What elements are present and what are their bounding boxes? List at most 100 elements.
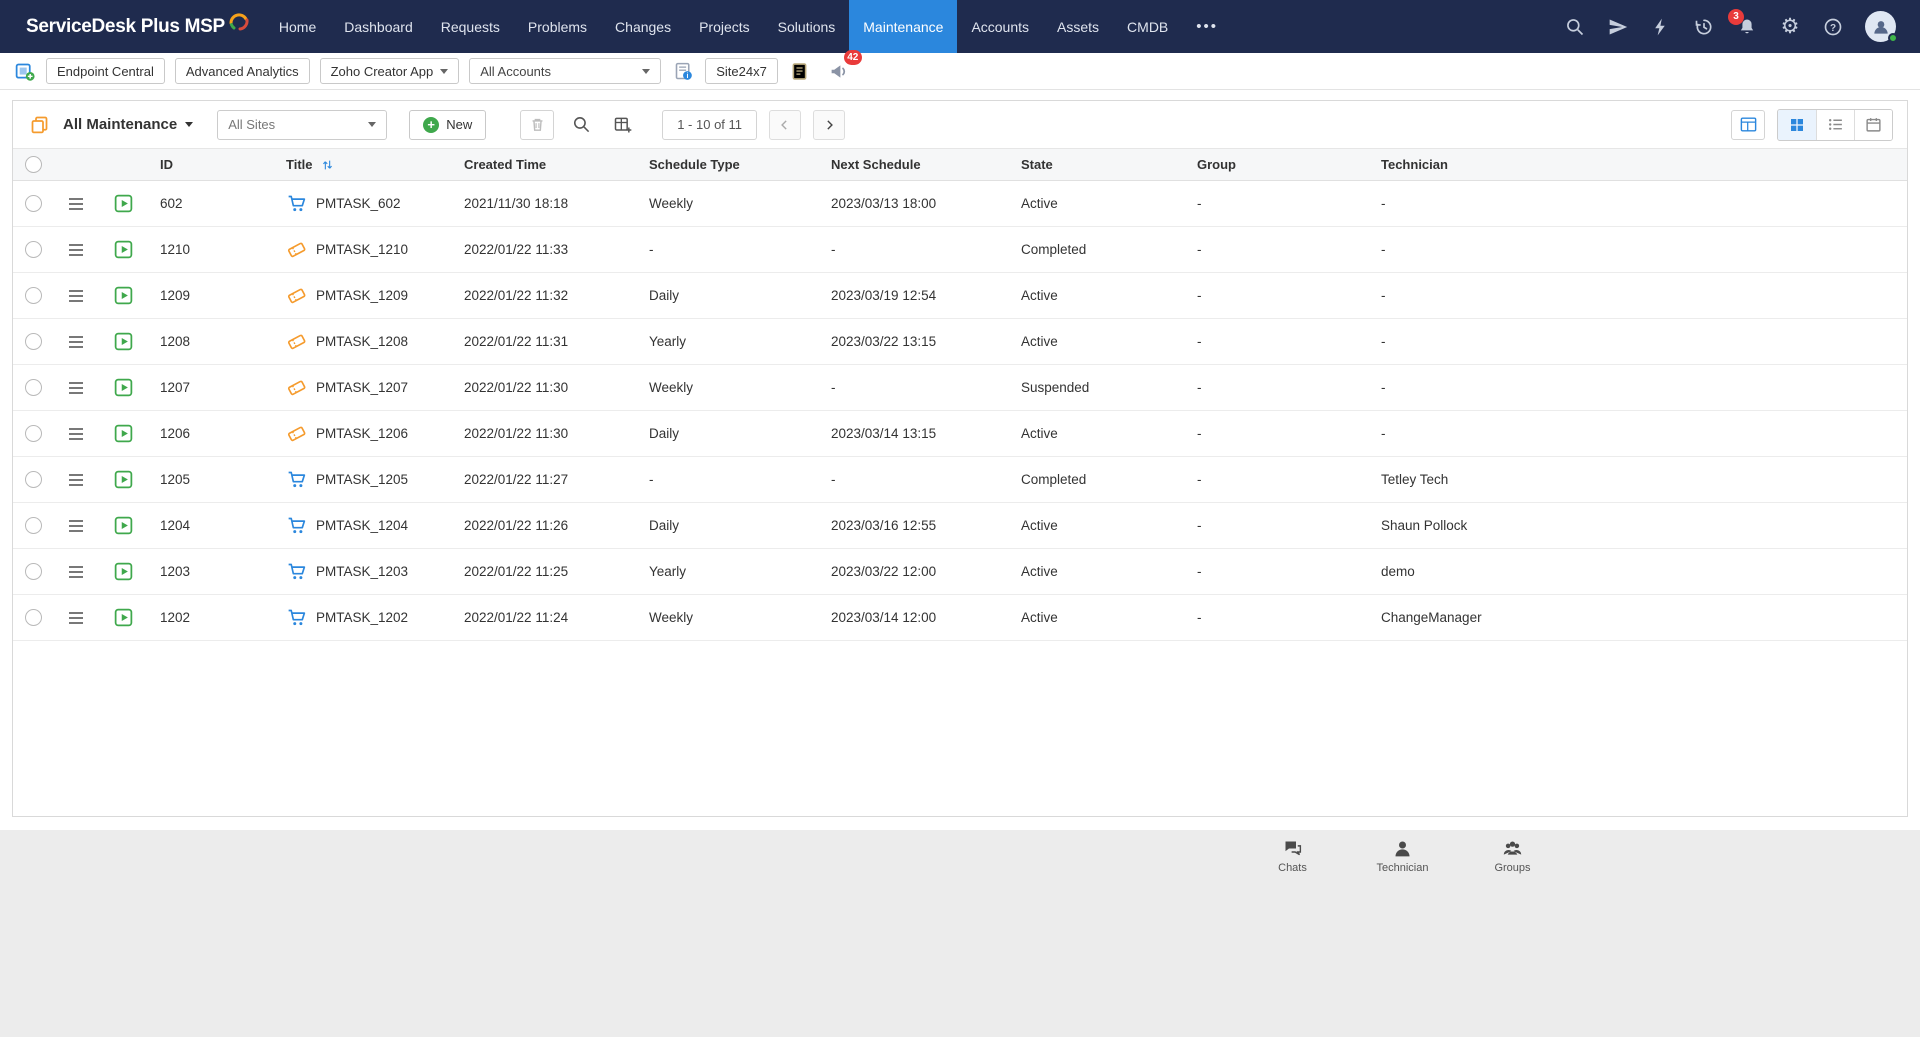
task-title-link[interactable]: PMTASK_1209 <box>316 288 408 303</box>
col-created-time[interactable]: Created Time <box>452 157 637 172</box>
lightning-icon[interactable] <box>1650 16 1672 38</box>
announcements-icon[interactable]: 42 <box>828 50 862 83</box>
row-menu-icon[interactable] <box>68 519 83 532</box>
table-row[interactable]: 1207 PMTASK_1207 2022/01/22 11:30 Weekly… <box>13 365 1907 411</box>
row-checkbox[interactable] <box>24 471 42 488</box>
row-menu-icon[interactable] <box>68 289 83 302</box>
notes-icon[interactable] <box>788 59 812 83</box>
history-icon[interactable] <box>1693 16 1715 38</box>
row-checkbox[interactable] <box>24 517 42 534</box>
row-checkbox[interactable] <box>24 425 42 442</box>
row-checkbox[interactable] <box>24 195 42 212</box>
run-task-icon[interactable] <box>113 285 134 306</box>
nav-item-accounts[interactable]: Accounts <box>957 0 1043 53</box>
new-task-button[interactable]: + New <box>409 109 487 140</box>
table-row[interactable]: 1206 PMTASK_1206 2022/01/22 11:30 Daily … <box>13 411 1907 457</box>
task-title-link[interactable]: PMTASK_1210 <box>316 242 408 257</box>
endpoint-central-button[interactable]: Endpoint Central <box>46 58 165 84</box>
run-task-icon[interactable] <box>113 515 134 536</box>
sort-icon[interactable] <box>321 158 334 172</box>
nav-item-assets[interactable]: Assets <box>1043 0 1113 53</box>
run-task-icon[interactable] <box>113 331 134 352</box>
task-title-link[interactable]: PMTASK_1208 <box>316 334 408 349</box>
list-search-icon[interactable] <box>566 110 596 140</box>
col-technician[interactable]: Technician <box>1369 157 1907 172</box>
table-settings-icon[interactable] <box>1731 109 1765 140</box>
row-checkbox[interactable] <box>24 333 42 350</box>
row-menu-icon[interactable] <box>68 565 83 578</box>
row-checkbox[interactable] <box>24 379 42 396</box>
nav-item-changes[interactable]: Changes <box>601 0 685 53</box>
row-menu-icon[interactable] <box>68 381 83 394</box>
nav-item-solutions[interactable]: Solutions <box>764 0 850 53</box>
accounts-dropdown[interactable]: All Accounts <box>469 58 662 84</box>
task-title-link[interactable]: PMTASK_602 <box>316 196 401 211</box>
col-group[interactable]: Group <box>1185 157 1369 172</box>
nav-item-problems[interactable]: Problems <box>514 0 601 53</box>
view-selector[interactable]: All Maintenance <box>63 116 194 133</box>
task-title-link[interactable]: PMTASK_1207 <box>316 380 408 395</box>
table-row[interactable]: 1210 PMTASK_1210 2022/01/22 11:33 - - Co… <box>13 227 1907 273</box>
task-title-link[interactable]: PMTASK_1204 <box>316 518 408 533</box>
table-row[interactable]: 1208 PMTASK_1208 2022/01/22 11:31 Yearly… <box>13 319 1907 365</box>
nav-item-dashboard[interactable]: Dashboard <box>330 0 427 53</box>
col-title[interactable]: Title <box>274 157 452 172</box>
row-menu-icon[interactable] <box>68 473 83 486</box>
settings-gear-icon[interactable]: ⚙ <box>1779 16 1801 38</box>
search-icon[interactable] <box>1564 16 1586 38</box>
help-icon[interactable]: ? <box>1822 16 1844 38</box>
list-view-button[interactable] <box>1816 109 1854 140</box>
bell-icon[interactable]: 3 <box>1728 8 1758 38</box>
add-column-icon[interactable] <box>608 110 638 140</box>
row-checkbox[interactable] <box>24 241 42 258</box>
advanced-analytics-button[interactable]: Advanced Analytics <box>174 58 310 84</box>
table-row[interactable]: 1203 PMTASK_1203 2022/01/22 11:25 Yearly… <box>13 549 1907 595</box>
col-id[interactable]: ID <box>148 157 274 172</box>
sites-filter-dropdown[interactable]: All Sites <box>217 109 388 140</box>
footer-groups[interactable]: Groups <box>1480 838 1545 874</box>
row-menu-icon[interactable] <box>68 197 83 210</box>
nav-item-cmdb[interactable]: CMDB <box>1113 0 1182 53</box>
nav-item-home[interactable]: Home <box>265 0 330 53</box>
run-task-icon[interactable] <box>113 561 134 582</box>
table-row[interactable]: 602 PMTASK_602 2021/11/30 18:18 Weekly 2… <box>13 181 1907 227</box>
row-checkbox[interactable] <box>24 287 42 304</box>
next-page-button[interactable] <box>813 109 846 140</box>
nav-item-maintenance[interactable]: Maintenance <box>849 0 958 53</box>
nav-item-projects[interactable]: Projects <box>685 0 764 53</box>
table-row[interactable]: 1205 PMTASK_1205 2022/01/22 11:27 - - Co… <box>13 457 1907 503</box>
col-next-schedule[interactable]: Next Schedule <box>819 157 1009 172</box>
nav-item-requests[interactable]: Requests <box>427 0 514 53</box>
apps-icon[interactable] <box>12 59 36 83</box>
run-task-icon[interactable] <box>113 469 134 490</box>
row-checkbox[interactable] <box>24 563 42 580</box>
row-checkbox[interactable] <box>24 609 42 626</box>
row-menu-icon[interactable] <box>68 243 83 256</box>
nav-more-button[interactable]: ••• <box>1182 0 1232 53</box>
brand-logo[interactable]: ServiceDesk Plus MSP <box>0 0 265 53</box>
footer-chats[interactable]: Chats <box>1260 838 1325 874</box>
table-row[interactable]: 1202 PMTASK_1202 2022/01/22 11:24 Weekly… <box>13 595 1907 641</box>
paper-plane-icon[interactable] <box>1607 16 1629 38</box>
task-title-link[interactable]: PMTASK_1205 <box>316 472 408 487</box>
task-title-link[interactable]: PMTASK_1202 <box>316 610 408 625</box>
table-row[interactable]: 1209 PMTASK_1209 2022/01/22 11:32 Daily … <box>13 273 1907 319</box>
zoho-creator-app-button[interactable]: Zoho Creator App <box>319 58 460 84</box>
delete-button[interactable] <box>520 109 555 140</box>
row-menu-icon[interactable] <box>68 611 83 624</box>
row-menu-icon[interactable] <box>68 335 83 348</box>
task-title-link[interactable]: PMTASK_1203 <box>316 564 408 579</box>
table-row[interactable]: 1204 PMTASK_1204 2022/01/22 11:26 Daily … <box>13 503 1907 549</box>
footer-technician[interactable]: Technician <box>1370 838 1435 874</box>
user-avatar[interactable] <box>1865 11 1898 43</box>
run-task-icon[interactable] <box>113 193 134 214</box>
prev-page-button[interactable] <box>769 109 802 140</box>
run-task-icon[interactable] <box>113 423 134 444</box>
col-state[interactable]: State <box>1009 157 1185 172</box>
site24x7-button[interactable]: Site24x7 <box>705 58 778 84</box>
select-all-checkbox[interactable] <box>24 156 42 173</box>
grid-view-button[interactable] <box>1778 109 1816 140</box>
calendar-view-button[interactable] <box>1854 109 1892 140</box>
run-task-icon[interactable] <box>113 377 134 398</box>
run-task-icon[interactable] <box>113 239 134 260</box>
